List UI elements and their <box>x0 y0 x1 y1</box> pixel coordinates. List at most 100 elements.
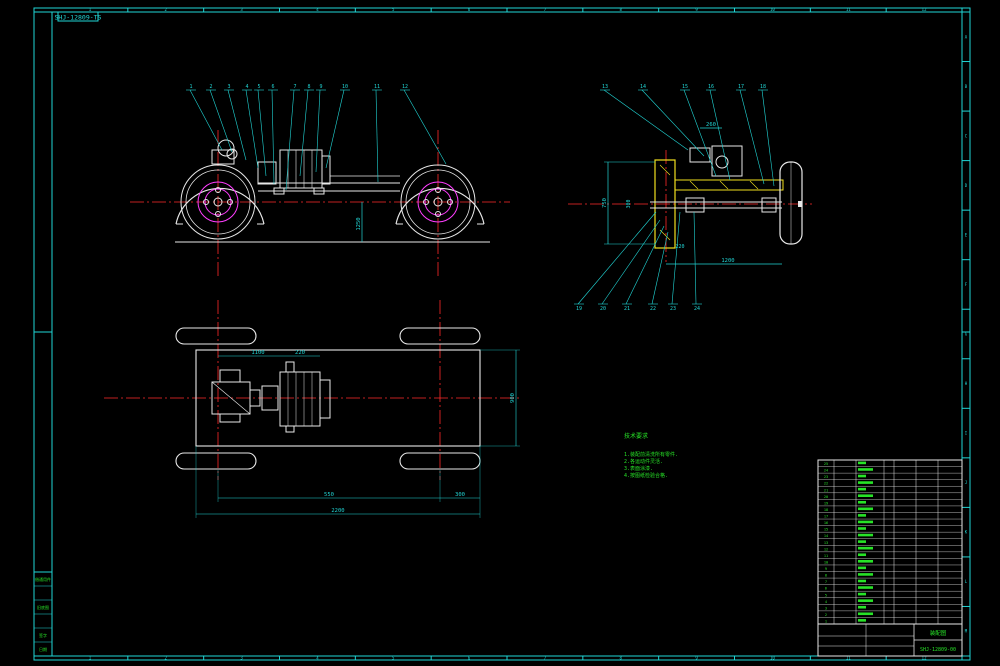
part-row-text <box>858 533 873 537</box>
part-row-number: 16 <box>824 521 828 525</box>
stamp-cell-3: 旧底图 <box>37 604 49 610</box>
plan-motor-offset-dim: 1100 <box>251 350 264 356</box>
row-letter: F <box>965 282 968 287</box>
column-number-bottom: 10 <box>770 656 775 661</box>
part-row-number: 6 <box>825 587 827 591</box>
part-row-text <box>858 474 866 478</box>
left-stamp: 借通用件 旧底图 签字 日期 <box>33 571 53 657</box>
part-row-text <box>858 579 866 583</box>
part-row-number: 2 <box>825 613 827 617</box>
plan-motor-len-dim: 220 <box>295 350 305 356</box>
balloon-label: 10 <box>342 84 348 90</box>
balloon-label: 9 <box>319 84 322 90</box>
part-row-text <box>858 527 866 530</box>
part-row-text <box>858 546 873 550</box>
part-row-number: 8 <box>825 574 827 578</box>
row-letter: K <box>965 530 968 535</box>
plan-width-dim: 900 <box>510 393 516 403</box>
stamp-cell-6: 日期 <box>39 646 47 652</box>
part-row-number: 15 <box>824 528 828 532</box>
part-row-text <box>858 612 873 616</box>
balloon-label: 8 <box>307 84 310 90</box>
part-row-text <box>858 520 873 524</box>
part-row-text <box>858 487 866 491</box>
part-row-text <box>858 553 866 557</box>
balloon-label: 21 <box>624 306 630 312</box>
drawing-number: SHJ-12809-00 <box>920 647 956 653</box>
part-row-text <box>858 605 866 609</box>
part-row-text <box>858 599 873 602</box>
part-row-number: 10 <box>824 560 828 564</box>
balloon-label: 12 <box>402 84 408 90</box>
balloon-label: 18 <box>760 84 766 90</box>
height-dim: 1250 <box>356 217 362 230</box>
part-row-number: 21 <box>824 488 828 492</box>
row-letter: C <box>965 133 968 138</box>
end-view-balloons: 13 14 15 16 17 18 19 20 21 22 23 24 <box>574 84 775 312</box>
outer-frame <box>33 7 971 661</box>
balloon-label: 13 <box>602 84 608 90</box>
balloon-label: 3 <box>227 84 230 90</box>
part-row-text <box>858 619 866 622</box>
stamp-cell-1: 借通用件 <box>35 576 51 582</box>
balloon-label: 6 <box>271 84 274 90</box>
title-block: 1234567891011121314151617181920212223242… <box>817 459 963 657</box>
end-sub-dim: 300 <box>626 199 632 208</box>
note-line-1: 1.装配前清洗所有零件. <box>624 451 678 458</box>
column-number-top: 11 <box>846 7 851 12</box>
notes-title: 技术要求 <box>624 432 648 440</box>
part-row-number: 14 <box>824 534 828 538</box>
part-row-number: 22 <box>824 482 828 486</box>
row-letter: A <box>965 34 968 39</box>
part-row-text <box>858 468 873 471</box>
balloon-label: 17 <box>738 84 744 90</box>
row-markers: ABCDEFGHIJKLM <box>962 34 970 634</box>
column-number-top: 12 <box>922 7 927 12</box>
part-row-number: 19 <box>824 501 828 505</box>
note-line-2: 2.各运动件灵活. <box>624 458 663 465</box>
note-line-3: 3.表面涂漆. <box>624 465 653 472</box>
balloon-label: 4 <box>245 84 248 90</box>
balloon-label: 22 <box>650 306 656 312</box>
part-row-number: 18 <box>824 508 828 512</box>
part-row-number: 23 <box>824 475 828 479</box>
part-row-text <box>858 481 873 484</box>
technical-notes: 技术要求 1.装配前清洗所有零件. 2.各运动件灵活. 3.表面涂漆. 4.按图… <box>624 432 678 479</box>
part-row-number: 5 <box>825 593 827 597</box>
row-letter: I <box>965 431 968 436</box>
part-row-number: 17 <box>824 515 828 519</box>
balloon-label: 19 <box>576 306 582 312</box>
plan-overall-dim: 2200 <box>331 508 344 514</box>
row-letter: J <box>965 480 967 485</box>
balloon-label: 15 <box>682 84 688 90</box>
plan-view: 1100 220 900 550 300 2200 <box>104 300 520 518</box>
end-height-dim: 750 <box>602 198 608 208</box>
column-number-top: 10 <box>770 7 775 12</box>
balloon-label: 5 <box>257 84 260 90</box>
part-row-number: 20 <box>824 495 828 499</box>
balloon-label: 14 <box>640 84 646 90</box>
part-row-text <box>858 592 866 596</box>
part-row-number: 4 <box>825 600 827 604</box>
side-view-balloons: 1 2 3 4 5 6 7 8 9 10 11 12 <box>186 84 447 191</box>
end-track-dim: 1200 <box>721 258 734 264</box>
part-row-number: 9 <box>825 567 827 571</box>
row-letter: D <box>965 183 968 188</box>
part-row-number: 3 <box>825 606 827 610</box>
part-row-text <box>858 500 866 504</box>
part-row-text <box>858 540 866 543</box>
part-row-number: 11 <box>824 554 828 558</box>
balloon-label: 24 <box>694 306 700 312</box>
row-letter: B <box>965 84 968 89</box>
balloon-label: 7 <box>293 84 296 90</box>
part-row-text <box>858 560 873 563</box>
part-row-number: 24 <box>824 469 828 473</box>
balloon-label: 23 <box>670 306 676 312</box>
part-row-text <box>858 514 866 517</box>
plan-overhang-dim: 300 <box>455 492 465 498</box>
side-view: 1250 1 2 3 4 5 6 7 8 9 10 11 12 <box>130 84 510 276</box>
balloon-label: 2 <box>209 84 212 90</box>
balloon-label: 11 <box>374 84 380 90</box>
part-row-text <box>858 507 873 511</box>
drawing-sheet: SHJ-12809-TS 112233445566778899101011111… <box>33 7 971 661</box>
